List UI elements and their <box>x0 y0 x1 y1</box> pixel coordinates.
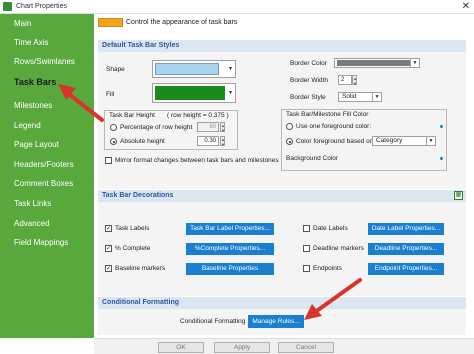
border-color-preview <box>337 60 411 66</box>
absolute-label: Absolute height <box>120 138 165 145</box>
endpoints-checkbox[interactable] <box>303 265 310 272</box>
border-width-input[interactable]: 2 <box>338 75 352 85</box>
deadline-checkbox[interactable] <box>303 245 310 252</box>
chevron-down-icon: ▼ <box>228 66 233 72</box>
background-color-label: Background Color <box>286 155 339 162</box>
border-color-label: Border Color <box>290 60 327 67</box>
sidebar-item-advanced[interactable]: Advanced <box>0 214 94 233</box>
sidebar-item-main[interactable]: Main <box>0 14 94 33</box>
sidebar-item-page-layout[interactable]: Page Layout <box>0 135 94 154</box>
fill-selector[interactable]: ▼ <box>152 83 236 103</box>
chevron-down-icon: ▼ <box>426 137 435 145</box>
shape-preview <box>155 63 219 75</box>
complete-checkbox[interactable]: ✓ <box>105 245 112 252</box>
border-width-label: Border Width <box>290 77 328 84</box>
sidebar-item-task-bars[interactable]: Task Bars <box>0 73 94 92</box>
border-style-label: Border Style <box>290 94 326 101</box>
color-swatch <box>98 18 123 27</box>
border-color-select[interactable]: ▼ <box>334 58 420 68</box>
shape-label: Shape <box>106 66 125 73</box>
section-heading: Task Bar Decorations <box>98 190 466 202</box>
one-fg-radio[interactable] <box>286 123 293 130</box>
fill-color-group: Task Bar/Milestone Fill Color Use one fo… <box>281 109 447 171</box>
help-dot <box>440 125 443 128</box>
chevron-down-icon: ▼ <box>228 90 233 96</box>
app-icon <box>3 2 12 11</box>
baseline-label: Baseline markers <box>115 265 166 272</box>
cancel-button[interactable]: Cancel <box>278 342 334 353</box>
chevron-down-icon: ▼ <box>410 59 419 67</box>
sidebar-item-task-links[interactable]: Task Links <box>0 194 94 213</box>
sidebar-item-comment-boxes[interactable]: Comment Boxes <box>0 174 94 193</box>
percentage-radio[interactable] <box>110 124 117 131</box>
baseline-checkbox[interactable]: ✓ <box>105 265 112 272</box>
mirror-checkbox[interactable] <box>105 157 112 164</box>
fg-based-radio[interactable] <box>286 138 293 145</box>
deadline-properties-button[interactable]: Deadline Properties... <box>368 243 444 255</box>
sidebar-item-rows-swimlanes[interactable]: Rows/Swimlanes <box>0 52 94 71</box>
task-bar-decorations-section: Task Bar Decorations ▦ ✓ Task Labels Tas… <box>98 190 466 296</box>
absolute-spinner[interactable]: ▲ ▼ <box>220 136 225 147</box>
absolute-radio[interactable] <box>110 138 117 145</box>
date-labels-checkbox[interactable] <box>303 225 310 232</box>
row-height-note: ( row height = 0.375 ) <box>167 112 229 119</box>
ok-button[interactable]: OK <box>158 342 204 353</box>
task-labels-checkbox[interactable]: ✓ <box>105 225 112 232</box>
default-task-bar-styles-section: Default Task Bar Styles Shape ▼ Fill ▼ T… <box>98 40 466 189</box>
dialog-footer: OK Apply Cancel <box>94 338 474 354</box>
task-bar-label-properties-button[interactable]: Task Bar Label Properties... <box>186 223 274 235</box>
sidebar-item-time-axis[interactable]: Time Axis <box>0 33 94 52</box>
description-text: Control the appearance of task bars <box>126 19 238 26</box>
date-label-properties-button[interactable]: Date Label Properties... <box>368 223 444 235</box>
border-width-spinner[interactable]: ▲ ▼ <box>352 75 357 86</box>
border-style-select[interactable]: Solid ▼ <box>338 92 382 102</box>
percentage-spinner[interactable]: ▲ ▼ <box>220 122 225 133</box>
fill-color-title: Task Bar/Milestone Fill Color <box>286 111 369 118</box>
percentage-input[interactable]: 80 <box>197 122 219 132</box>
section-heading: Default Task Bar Styles <box>98 40 466 52</box>
sidebar-item-headers-footers[interactable]: Headers/Footers <box>0 155 94 174</box>
section-heading: Conditional Formatting <box>98 297 466 309</box>
sidebar-item-milestones[interactable]: Milestones <box>0 96 94 115</box>
endpoint-properties-button[interactable]: Endpoint Properties... <box>368 263 444 275</box>
sidebar-item-legend[interactable]: Legend <box>0 116 94 135</box>
shape-selector[interactable]: ▼ <box>152 60 236 78</box>
fg-based-select[interactable]: Category ▼ <box>372 136 436 146</box>
one-fg-label: Use one foreground color: <box>296 123 372 130</box>
main-panel: Control the appearance of task bars Defa… <box>94 14 474 338</box>
complete-label: % Complete <box>115 245 151 252</box>
help-dot <box>440 157 443 160</box>
title-bar: Chart Properties ✕ <box>0 0 474 14</box>
absolute-input[interactable]: 0.30 <box>197 136 219 146</box>
border-style-value: Solid <box>342 93 357 100</box>
fill-preview <box>155 86 225 100</box>
conditional-formatting-section: Conditional Formatting Conditional Forma… <box>98 297 466 335</box>
task-bar-height-group: Task Bar Height ( row height = 0.375 ) P… <box>104 110 238 150</box>
fg-based-value: Category <box>376 137 403 144</box>
deadline-label: Deadline markers <box>313 245 364 252</box>
complete-properties-button[interactable]: %Complete Properties... <box>186 243 274 255</box>
manage-rules-button[interactable]: Manage Rules... <box>248 315 304 328</box>
close-icon[interactable]: ✕ <box>462 1 470 12</box>
sidebar-item-field-mappings[interactable]: Field Mappings <box>0 233 94 252</box>
window-title: Chart Properties <box>16 3 67 10</box>
baseline-properties-button[interactable]: Baseline Properties <box>186 263 274 275</box>
conditional-formatting-label: Conditional Formatting <box>180 318 246 325</box>
task-labels-label: Task Labels <box>115 225 150 232</box>
percentage-label: Percentage of row height <box>120 124 193 131</box>
fill-label: Fill <box>106 91 115 98</box>
endpoints-label: Endpoints <box>313 265 342 272</box>
mirror-label: Mirror format changes between task bars … <box>115 157 279 164</box>
sidebar: Main Time Axis Rows/Swimlanes Task Bars … <box>0 14 94 338</box>
chevron-down-icon: ▼ <box>372 93 381 101</box>
fg-based-label: Color foreground based on <box>296 138 374 145</box>
task-bar-height-title: Task Bar Height <box>109 112 155 119</box>
date-labels-label: Date Labels <box>313 225 348 232</box>
apply-button[interactable]: Apply <box>214 342 270 353</box>
grid-icon[interactable]: ▦ <box>454 191 463 200</box>
